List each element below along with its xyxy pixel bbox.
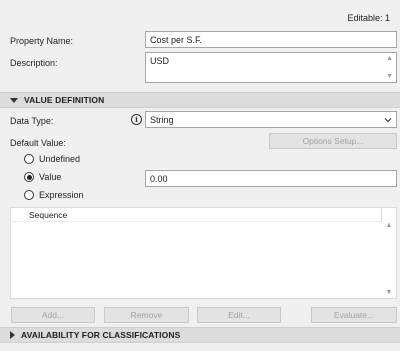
scroll-up-arrow-icon[interactable]: ▲ (386, 222, 393, 229)
data-type-select[interactable]: String (145, 111, 397, 128)
list-column-header[interactable]: Sequence (11, 208, 382, 222)
description-value: USD (150, 56, 170, 66)
scroll-down-arrow-icon[interactable]: ▼ (386, 289, 393, 296)
radio-circle[interactable] (24, 190, 34, 200)
radio-value[interactable]: Value (24, 172, 61, 182)
column-divider (381, 208, 382, 222)
property-name-input[interactable]: Cost per S.F. (145, 31, 397, 48)
value-definition-header[interactable]: VALUE DEFINITION (0, 92, 400, 108)
radio-expression[interactable]: Expression (24, 190, 84, 200)
property-name-label: Property Name: (10, 36, 74, 46)
value-definition-title: VALUE DEFINITION (24, 95, 105, 105)
property-name-value: Cost per S.F. (150, 34, 203, 45)
info-icon[interactable]: i (131, 114, 142, 125)
chevron-down-icon (384, 117, 392, 122)
availability-header[interactable]: AVAILABILITY FOR CLASSIFICATIONS (0, 327, 400, 343)
radio-undefined-label: Undefined (39, 154, 81, 164)
expand-triangle-icon (10, 331, 15, 339)
description-scrollbar[interactable]: ▲ ▼ (386, 55, 393, 80)
availability-title: AVAILABILITY FOR CLASSIFICATIONS (21, 330, 181, 340)
value-input[interactable]: 0.00 (145, 170, 397, 187)
sequence-column-title: Sequence (29, 209, 68, 220)
editable-count: Editable: 1 (347, 13, 390, 23)
add-button[interactable]: Add... (11, 307, 95, 323)
sequence-list[interactable]: Sequence ▲ ▼ (10, 207, 397, 299)
evaluate-button[interactable]: Evaluate... (311, 307, 397, 323)
value-input-text: 0.00 (150, 173, 168, 184)
list-scrollbar[interactable]: ▲ ▼ (384, 222, 394, 296)
radio-dot (26, 174, 32, 180)
scroll-up-arrow-icon[interactable]: ▲ (386, 55, 393, 62)
scroll-down-arrow-icon[interactable]: ▼ (386, 73, 393, 80)
options-setup-button[interactable]: Options Setup... (269, 133, 397, 149)
radio-undefined[interactable]: Undefined (24, 154, 80, 164)
radio-expression-label: Expression (39, 190, 84, 200)
description-textarea[interactable]: USD ▲ ▼ (145, 52, 397, 83)
radio-circle[interactable] (24, 154, 34, 164)
radio-circle-selected[interactable] (24, 172, 34, 182)
data-type-label: Data Type: (10, 116, 54, 126)
edit-button[interactable]: Edit... (197, 307, 281, 323)
remove-button[interactable]: Remove (104, 307, 189, 323)
collapse-triangle-icon (10, 97, 18, 103)
data-type-value: String (150, 114, 174, 125)
default-value-label: Default Value: (10, 138, 66, 148)
description-label: Description: (10, 58, 58, 68)
radio-value-label: Value (39, 172, 62, 182)
